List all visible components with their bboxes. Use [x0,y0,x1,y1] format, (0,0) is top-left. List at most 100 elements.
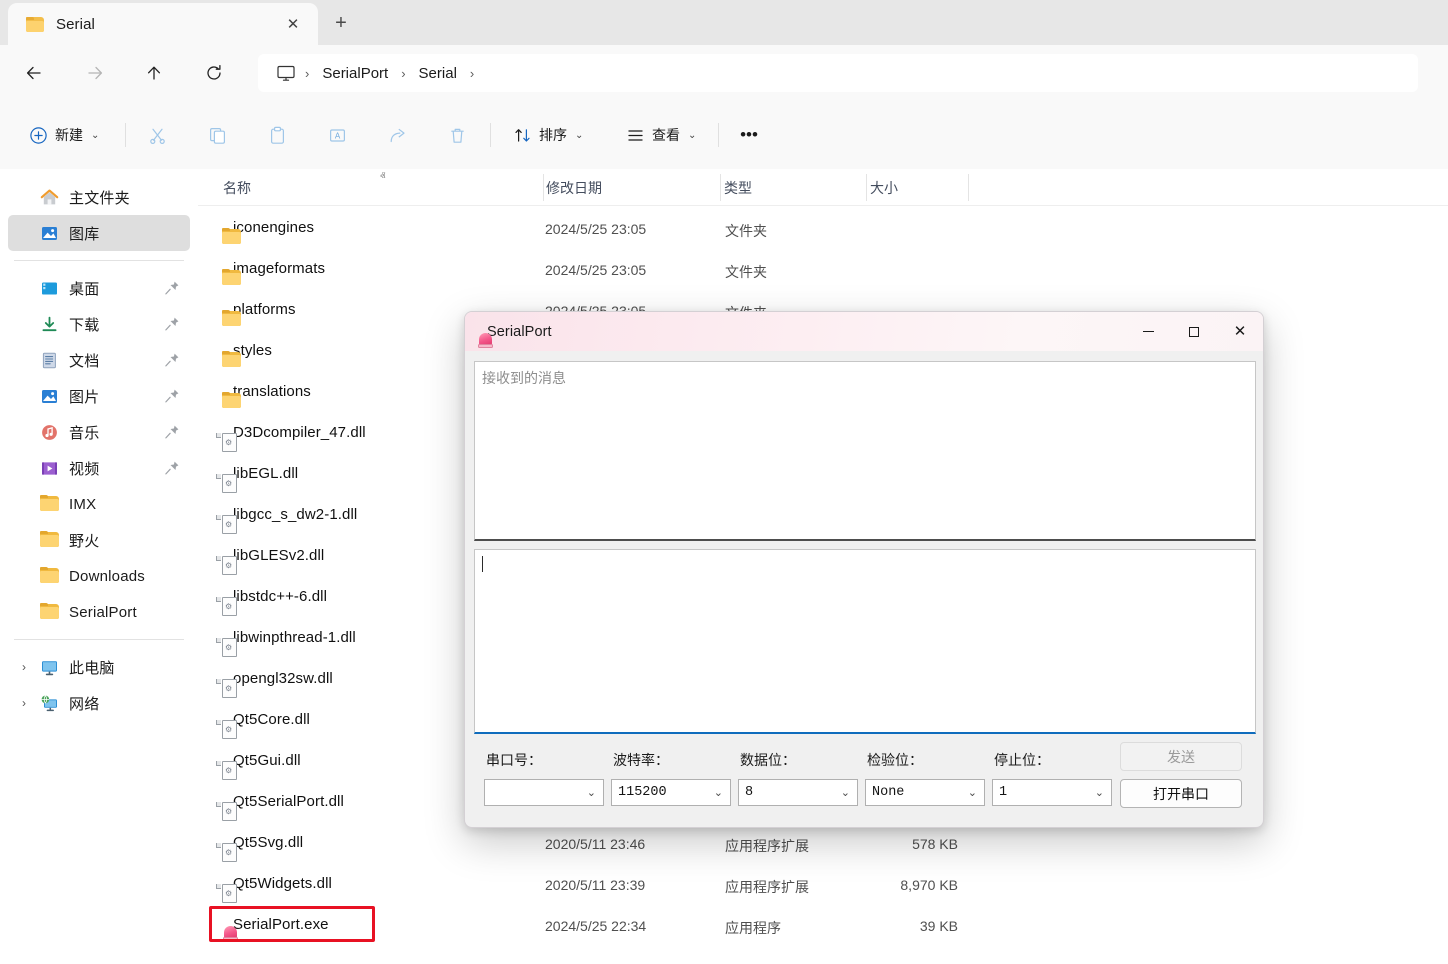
sidebar-item-videos[interactable]: 视频 [8,450,190,486]
column-divider-3[interactable] [866,174,867,201]
file-name-cell[interactable]: platforms [222,301,296,326]
sidebar-item-yehuo[interactable]: 野火 [8,522,190,558]
close-icon[interactable]: ✕ [278,9,308,39]
back-icon[interactable] [16,55,52,91]
view-icon [628,129,643,141]
table-row[interactable]: SerialPort.exe 2024/5/25 22:34 应用程序 39 KB [198,906,1448,947]
forward-icon [77,55,113,91]
table-row[interactable]: iconengines 2024/5/25 23:05 文件夹 [198,209,1448,250]
sidebar-item-home[interactable]: 主文件夹 [8,179,190,215]
column-header-size[interactable]: 大小 [870,178,898,198]
file-name-label: platforms [233,301,296,318]
sidebar-item-documents[interactable]: 文档 [8,342,190,378]
share-button[interactable] [378,117,416,153]
receive-textarea[interactable]: 接收到的消息 [474,361,1256,541]
copy-button[interactable] [198,117,236,153]
sidebar-item-this-pc[interactable]: › 此电脑 [8,649,190,685]
sidebar-item-label: 桌面 [69,280,100,298]
send-button[interactable]: 发送 [1120,742,1242,771]
file-name-cell[interactable]: iconengines [222,219,314,244]
column-header-name[interactable]: 名称 [223,178,251,198]
file-name-cell[interactable]: ⚙ opengl32sw.dll [216,670,333,698]
column-divider-2[interactable] [720,174,721,201]
column-header-type[interactable]: 类型 [724,178,752,198]
cut-button[interactable] [138,117,176,153]
breadcrumb-separator-2[interactable]: › [463,66,481,81]
file-name-cell[interactable]: imageformats [222,260,325,285]
sidebar-item-label: 野火 [69,532,100,550]
parity-select[interactable]: None ⌄ [865,779,985,806]
tab-serial[interactable]: Serial ✕ [8,3,318,45]
file-name-cell[interactable]: ⚙ libwinpthread-1.dll [216,629,356,657]
rename-button[interactable]: A [318,117,356,153]
pin-icon[interactable] [164,424,180,440]
file-name-cell[interactable]: ⚙ libstdc++-6.dll [216,588,327,616]
home-icon [40,188,59,207]
close-icon[interactable]: ✕ [1217,312,1263,351]
file-name-cell[interactable]: ⚙ libgcc_s_dw2-1.dll [216,506,357,534]
address-bar[interactable]: › SerialPort › Serial › [258,54,1418,92]
toolbar-divider-2 [490,123,491,147]
send-textarea[interactable] [474,549,1256,734]
sort-button[interactable]: 排序 ⌄ [504,117,592,153]
baud-select[interactable]: 115200 ⌄ [611,779,731,806]
column-divider-4[interactable] [968,174,969,201]
serialport-dialog[interactable]: SerialPort ✕ 接收到的消息 串口号： 波特率： 数据位： 检验位： … [464,311,1264,828]
minimize-icon[interactable] [1125,312,1171,351]
pin-icon[interactable] [164,280,180,296]
table-row[interactable]: imageformats 2024/5/25 23:05 文件夹 [198,250,1448,291]
sidebar-item-downloads[interactable]: 下载 [8,306,190,342]
dialog-titlebar[interactable]: SerialPort ✕ [465,312,1263,351]
paste-button[interactable] [258,117,296,153]
file-name-label: Qt5Widgets.dll [233,875,332,892]
refresh-icon[interactable] [196,55,232,91]
open-port-button[interactable]: 打开串口 [1120,779,1242,808]
sidebar-item-downloads-folder[interactable]: Downloads [8,558,190,594]
port-select[interactable]: ⌄ [484,779,604,806]
sidebar-item-network[interactable]: › 网络 [8,685,190,721]
maximize-icon[interactable] [1171,312,1217,351]
table-row[interactable]: ⚙ Qt5Svg.dll 2020/5/11 23:46 应用程序扩展 578 KB [198,824,1448,865]
chevron-right-icon[interactable]: › [22,660,26,674]
more-button[interactable]: ••• [731,117,767,153]
file-date-cell: 2024/5/25 23:05 [545,221,647,237]
file-name-cell[interactable]: ⚙ Qt5Svg.dll [216,834,303,862]
toolbar-divider-3 [718,123,719,147]
file-name-cell[interactable]: styles [222,342,272,367]
tab-strip: Serial ✕ + [0,0,1448,45]
file-name-cell[interactable]: ⚙ D3Dcompiler_47.dll [216,424,366,452]
file-name-cell[interactable]: ⚙ Qt5Core.dll [216,711,310,739]
pin-icon[interactable] [164,388,180,404]
sidebar-item-desktop[interactable]: 桌面 [8,270,190,306]
pin-icon[interactable] [164,316,180,332]
breadcrumb-serialport[interactable]: SerialPort [316,65,394,82]
file-name-cell[interactable]: ⚙ Qt5Widgets.dll [216,875,332,903]
sidebar-item-music[interactable]: 音乐 [8,414,190,450]
file-name-cell[interactable]: ⚙ Qt5SerialPort.dll [216,793,344,821]
pin-icon[interactable] [164,352,180,368]
file-type-cell: 应用程序扩展 [725,838,809,854]
table-row[interactable]: ⚙ Qt5Widgets.dll 2020/5/11 23:39 应用程序扩展 8,97… [198,865,1448,906]
file-name-cell[interactable]: translations [222,383,311,408]
sidebar-item-imx[interactable]: IMX [8,486,190,522]
breadcrumb-serial[interactable]: Serial [413,65,463,82]
sidebar-item-pictures[interactable]: 图片 [8,378,190,414]
databits-select[interactable]: 8 ⌄ [738,779,858,806]
downloads-icon [40,315,59,334]
up-icon[interactable] [136,55,172,91]
view-button[interactable]: 查看 ⌄ [617,117,705,153]
file-name-cell[interactable]: ⚙ libGLESv2.dll [216,547,324,575]
stopbits-select[interactable]: 1 ⌄ [992,779,1112,806]
pin-icon[interactable] [164,460,180,476]
chevron-right-icon[interactable]: › [22,696,26,710]
file-name-cell[interactable]: ⚙ Qt5Gui.dll [216,752,301,780]
new-tab-button[interactable]: + [325,7,357,39]
sidebar-item-label: 图片 [69,388,100,406]
column-header-date[interactable]: 修改日期 [546,178,602,198]
delete-button[interactable] [438,117,476,153]
sidebar-item-gallery[interactable]: 图库 [8,215,190,251]
file-name-cell[interactable]: ⚙ libEGL.dll [216,465,298,493]
new-button[interactable]: 新建 ⌄ [20,117,108,153]
column-divider-1[interactable] [543,174,544,201]
sidebar-item-serialport[interactable]: SerialPort [8,594,190,630]
